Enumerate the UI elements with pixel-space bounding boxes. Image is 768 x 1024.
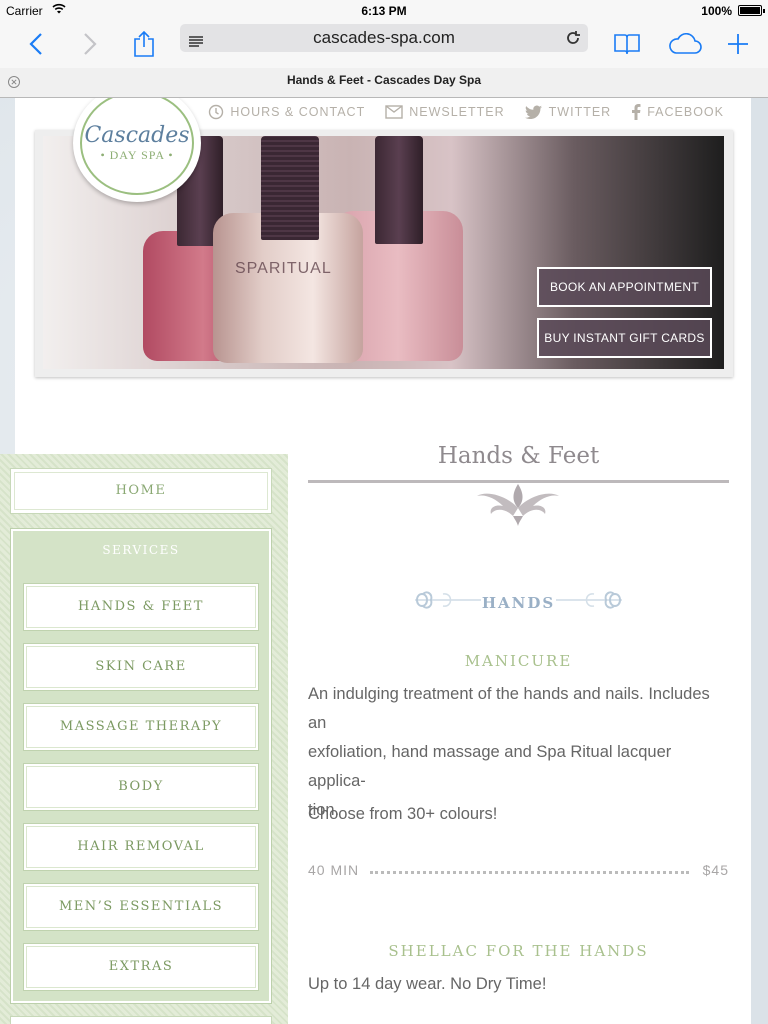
sidebar-item-massage-therapy[interactable]: MASSAGE THERAPY <box>23 703 259 751</box>
service-title-manicure: MANICURE <box>464 652 573 670</box>
buy-gift-cards-button[interactable]: BUY INSTANT GIFT CARDS <box>537 318 712 358</box>
twitter-icon <box>524 105 542 119</box>
sidebar-item-skin-care[interactable]: SKIN CARE <box>23 643 259 691</box>
share-icon[interactable] <box>126 26 162 62</box>
clock: 6:13 PM <box>361 4 407 18</box>
sidebar-item-hands-feet[interactable]: HANDS & FEET <box>23 583 259 631</box>
battery-percent: 100% <box>701 4 732 18</box>
sidebar-item-body[interactable]: BODY <box>23 763 259 811</box>
service-title-shellac: SHELLAC FOR THE HANDS <box>388 942 649 960</box>
description-line: exfoliation, hand massage and Spa Ritual… <box>308 743 672 790</box>
hours-contact-label: HOURS & CONTACT <box>230 105 366 119</box>
fleur-ornament-icon <box>473 482 563 530</box>
logo-name: Cascades <box>84 123 190 148</box>
price-row: 40 MIN $45 <box>308 862 729 882</box>
tab-bar[interactable]: Hands & Feet - Cascades Day Spa <box>0 68 768 98</box>
mail-icon <box>385 105 403 119</box>
sidebar-item-extras[interactable]: EXTRAS <box>23 943 259 991</box>
tab-title[interactable]: Hands & Feet - Cascades Day Spa <box>287 73 481 87</box>
web-page: HOURS & CONTACT NEWSLETTER TWITTER FACEB… <box>0 98 768 1024</box>
clock-icon <box>209 104 224 120</box>
service-description: Up to 14 day wear. No Dry Time! <box>308 975 547 993</box>
sidebar-item-mens-essentials[interactable]: MEN’S ESSENTIALS <box>23 883 259 931</box>
logo-ring: Cascades • DAY SPA • <box>80 98 194 195</box>
battery-icon <box>738 5 765 16</box>
facebook-label: FACEBOOK <box>647 105 724 119</box>
top-links: HOURS & CONTACT NEWSLETTER TWITTER FACEB… <box>208 104 724 120</box>
description-line: An indulging treatment of the hands and … <box>308 685 710 732</box>
service-price: $45 <box>702 862 729 878</box>
logo-tagline: • DAY SPA • <box>100 148 174 162</box>
twitter-link[interactable]: TWITTER <box>524 104 612 120</box>
hours-contact-link[interactable]: HOURS & CONTACT <box>208 104 365 120</box>
page-title: Hands & Feet <box>437 443 600 469</box>
sidebar-item-hair-removal[interactable]: HAIR REMOVAL <box>23 823 259 871</box>
forward-icon[interactable] <box>72 26 108 62</box>
service-duration: 40 MIN <box>308 862 360 878</box>
close-tab-icon[interactable] <box>7 73 21 88</box>
address-bar[interactable]: cascades-spa.com <box>180 24 588 52</box>
sidebar-item-home[interactable]: HOME <box>10 468 272 514</box>
reader-icon[interactable] <box>188 30 204 58</box>
right-ornament-icon <box>556 591 622 609</box>
back-icon[interactable] <box>18 26 54 62</box>
section-heading-hands: HANDS <box>308 588 729 620</box>
bookmarks-icon[interactable] <box>609 26 645 62</box>
sidebar-next-item[interactable] <box>10 1016 272 1024</box>
newsletter-link[interactable]: NEWSLETTER <box>385 104 504 120</box>
price-leader-dots <box>370 871 689 874</box>
service-note: Choose from 30+ colours! <box>308 805 498 823</box>
twitter-label: TWITTER <box>548 105 612 119</box>
browser-toolbar: cascades-spa.com <box>0 22 768 68</box>
url-text[interactable]: cascades-spa.com <box>313 28 455 47</box>
status-bar: Carrier 6:13 PM 100% <box>0 0 768 22</box>
sidebar-nav: HOME SERVICES HANDS & FEET SKIN CARE MAS… <box>0 454 288 1024</box>
nail-polish-brand: SPARITUAL <box>235 260 332 277</box>
new-tab-icon[interactable] <box>720 26 756 62</box>
facebook-icon <box>632 104 641 120</box>
newsletter-label: NEWSLETTER <box>409 105 505 119</box>
reload-icon[interactable] <box>564 28 582 56</box>
section-title: HANDS <box>481 594 556 612</box>
book-appointment-button[interactable]: BOOK AN APPOINTMENT <box>537 267 712 307</box>
services-menu: SERVICES HANDS & FEET SKIN CARE MASSAGE … <box>10 528 272 1004</box>
services-heading[interactable]: SERVICES <box>11 543 271 557</box>
icloud-tabs-icon[interactable] <box>664 26 706 62</box>
facebook-link[interactable]: FACEBOOK <box>631 104 724 120</box>
main-content: Hands & Feet HANDS MANICURE An indulging… <box>308 438 729 993</box>
